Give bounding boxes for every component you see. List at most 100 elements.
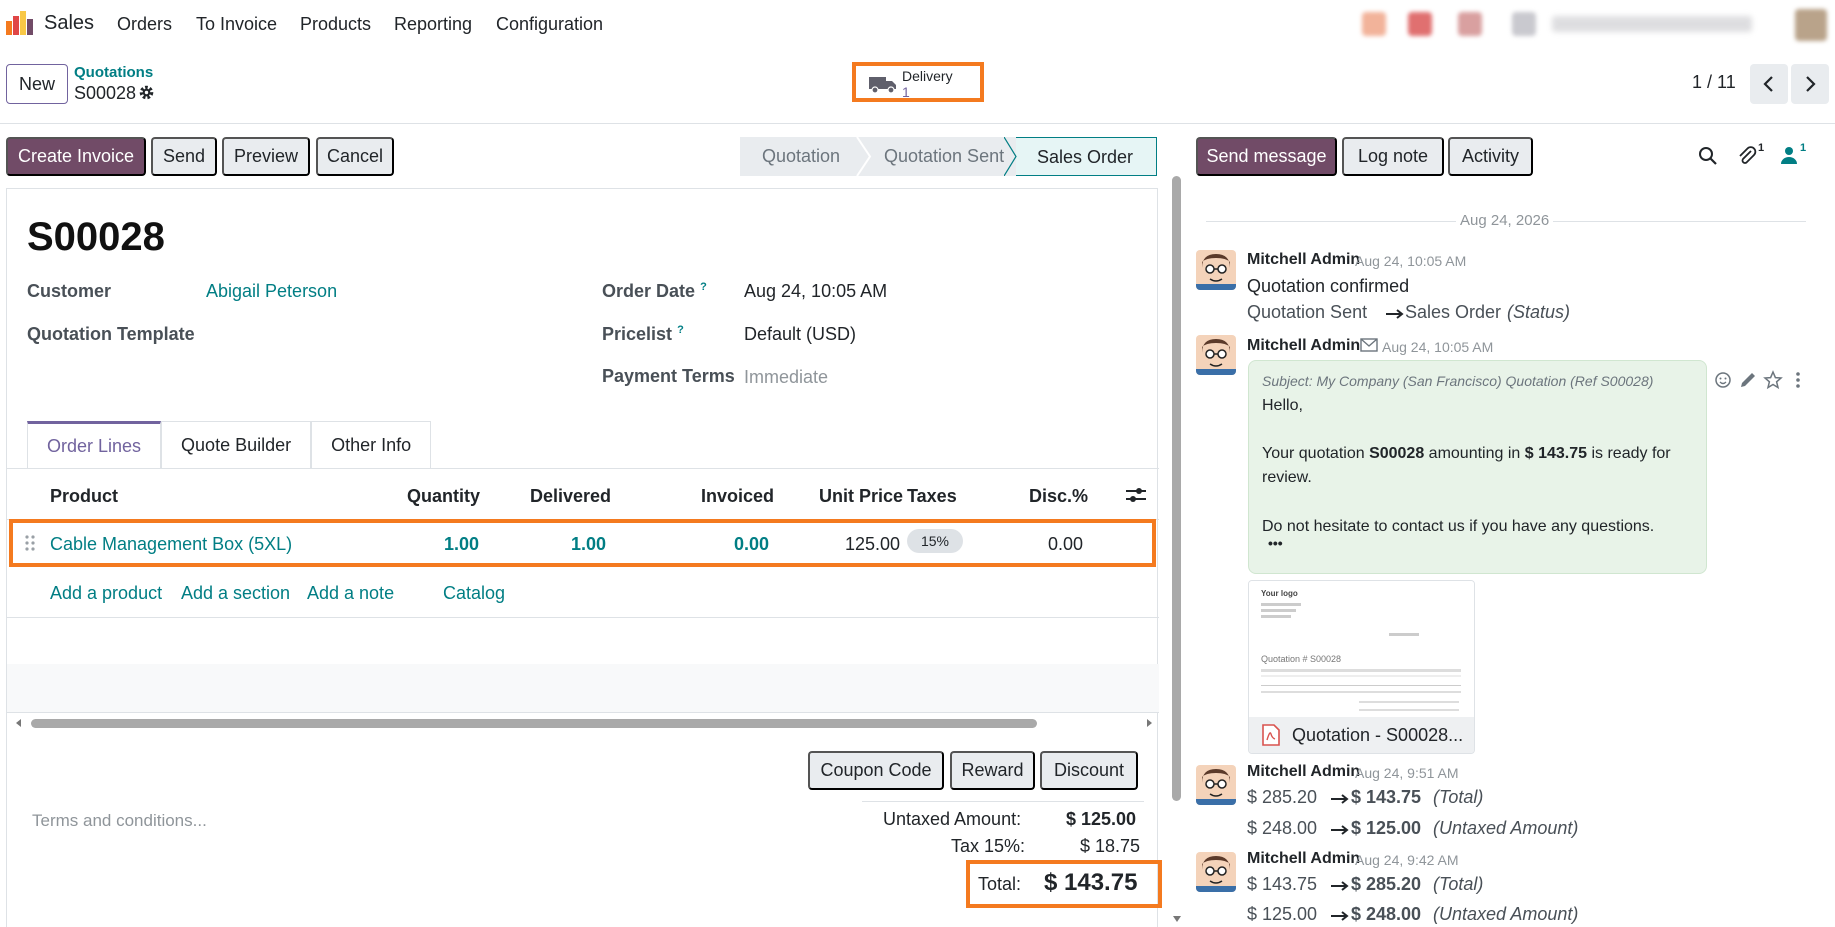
tab-order-lines[interactable]: Order Lines xyxy=(27,421,162,469)
col-invoiced[interactable]: Invoiced xyxy=(701,486,774,507)
vertical-scrollbar[interactable] xyxy=(1170,168,1182,927)
scroll-down-icon[interactable] xyxy=(1172,915,1182,923)
pencil-icon[interactable] xyxy=(1738,370,1758,390)
nav-orders[interactable]: Orders xyxy=(117,14,172,35)
pager-next-button[interactable] xyxy=(1791,64,1829,104)
payment-terms-label: Payment Terms xyxy=(602,366,735,386)
pricelist-field[interactable]: Default (USD) xyxy=(744,324,856,345)
company-switcher[interactable] xyxy=(1552,16,1752,32)
expand-email-button[interactable]: ••• xyxy=(1268,535,1283,551)
terms-conditions-field[interactable]: Terms and conditions... xyxy=(32,811,207,831)
customer-field[interactable]: Abigail Peterson xyxy=(206,281,337,302)
attachment-name[interactable]: Quotation - S00028... xyxy=(1292,725,1463,746)
avatar[interactable] xyxy=(1196,250,1236,290)
log-note-button[interactable]: Log note xyxy=(1342,137,1444,176)
col-product[interactable]: Product xyxy=(50,486,118,507)
scroll-thumb[interactable] xyxy=(31,719,1037,728)
truck-icon xyxy=(869,77,896,94)
add-product-link[interactable]: Add a product xyxy=(50,583,162,604)
order-date-field[interactable]: Aug 24, 10:05 AM xyxy=(744,281,887,302)
avatar[interactable] xyxy=(1196,765,1236,805)
chat-icon[interactable] xyxy=(1408,12,1432,36)
avatar[interactable] xyxy=(1196,335,1236,375)
sales-app-icon[interactable] xyxy=(6,11,33,35)
avatar[interactable] xyxy=(1196,852,1236,892)
horizontal-scrollbar[interactable] xyxy=(15,716,1153,728)
attachment-preview[interactable]: Your logo Quotation # S00028 Quotation -… xyxy=(1248,580,1475,754)
preview-button[interactable]: Preview xyxy=(222,137,310,176)
payment-terms-field[interactable]: Immediate xyxy=(744,367,828,388)
row-invoiced[interactable]: 0.00 xyxy=(734,534,769,555)
nav-reporting[interactable]: Reporting xyxy=(394,14,472,35)
row-delivered[interactable]: 1.00 xyxy=(571,534,606,555)
debug-icon[interactable] xyxy=(1512,12,1536,36)
drag-handle-icon[interactable] xyxy=(24,534,36,552)
tracking-field: (Untaxed Amount) xyxy=(1433,818,1579,838)
add-reaction-icon[interactable] xyxy=(1714,370,1734,390)
row-divider xyxy=(7,712,1159,713)
tracking-to: $ 248.00 xyxy=(1351,904,1422,924)
phone-icon[interactable] xyxy=(1362,12,1386,36)
tab-quote-builder[interactable]: Quote Builder xyxy=(161,421,312,469)
app-name[interactable]: Sales xyxy=(44,12,94,35)
add-note-link[interactable]: Add a note xyxy=(307,583,394,604)
attachment-footer: Quotation - S00028... xyxy=(1249,717,1474,753)
add-section-link[interactable]: Add a section xyxy=(181,583,290,604)
tab-other-info[interactable]: Other Info xyxy=(311,421,432,469)
col-disc[interactable]: Disc.% xyxy=(1029,486,1088,507)
row-tax-badge[interactable]: 15% xyxy=(907,529,963,553)
send-message-button[interactable]: Send message xyxy=(1196,137,1337,176)
nav-products[interactable]: Products xyxy=(300,14,371,35)
stage-quotation[interactable]: Quotation xyxy=(762,137,840,176)
email-line2: review. xyxy=(1262,469,1312,486)
new-button[interactable]: New xyxy=(6,64,68,104)
more-options-icon[interactable] xyxy=(1788,370,1808,390)
row-disc[interactable]: 0.00 xyxy=(1048,534,1083,555)
search-icon[interactable] xyxy=(1698,146,1718,166)
breadcrumb-quotations[interactable]: Quotations xyxy=(74,64,153,81)
activity-button[interactable]: Activity xyxy=(1448,137,1533,176)
discount-button[interactable]: Discount xyxy=(1040,751,1138,790)
send-button[interactable]: Send xyxy=(151,137,217,176)
message-author[interactable]: Mitchell Admin xyxy=(1247,251,1360,269)
row-product[interactable]: Cable Management Box (5XL) xyxy=(50,534,292,555)
gear-icon[interactable] xyxy=(138,84,155,101)
paperclip-icon[interactable] xyxy=(1737,145,1757,167)
col-delivered[interactable]: Delivered xyxy=(530,486,611,507)
message-author[interactable]: Mitchell Admin xyxy=(1247,337,1360,355)
nav-to-invoice[interactable]: To Invoice xyxy=(196,14,277,35)
scroll-left-icon[interactable] xyxy=(15,718,23,728)
col-taxes[interactable]: Taxes xyxy=(907,486,957,507)
help-icon[interactable]: ? xyxy=(677,324,684,336)
create-invoice-button[interactable]: Create Invoice xyxy=(6,137,146,176)
activity-clock-icon[interactable] xyxy=(1458,12,1482,36)
scroll-right-icon[interactable] xyxy=(1145,718,1153,728)
user-avatar[interactable] xyxy=(1795,9,1827,41)
cancel-button[interactable]: Cancel xyxy=(316,137,394,176)
row-divider xyxy=(7,617,1159,618)
tax-label: Tax 15%: xyxy=(951,836,1026,856)
reward-button[interactable]: Reward xyxy=(950,751,1035,790)
row-quantity[interactable]: 1.00 xyxy=(444,534,479,555)
stage-quotation-sent[interactable]: Quotation Sent xyxy=(884,137,1004,176)
pager-previous-button[interactable] xyxy=(1750,64,1788,104)
catalog-link[interactable]: Catalog xyxy=(443,583,505,604)
help-icon[interactable]: ? xyxy=(700,281,707,293)
delivery-smart-button[interactable]: Delivery 1 xyxy=(852,62,984,102)
follower-icon[interactable] xyxy=(1780,146,1798,164)
coupon-code-button[interactable]: Coupon Code xyxy=(808,751,944,790)
message-author[interactable]: Mitchell Admin xyxy=(1247,850,1360,868)
optional-columns-icon[interactable] xyxy=(1125,485,1147,505)
star-icon[interactable] xyxy=(1763,370,1783,390)
tracking-from: $ 285.20 xyxy=(1247,787,1318,807)
nav-configuration[interactable]: Configuration xyxy=(496,14,603,35)
message-author[interactable]: Mitchell Admin xyxy=(1247,763,1360,781)
pager-value[interactable]: 1 / 11 xyxy=(1692,72,1736,93)
row-unit-price[interactable]: 125.00 xyxy=(845,534,900,555)
stage-sales-order[interactable]: Sales Order xyxy=(1016,137,1157,176)
col-unit-price[interactable]: Unit Price xyxy=(819,486,903,507)
col-quantity[interactable]: Quantity xyxy=(407,486,480,507)
tracking-field: (Total) xyxy=(1433,787,1484,807)
scroll-thumb[interactable] xyxy=(1172,176,1181,801)
tracking-from: $ 143.75 xyxy=(1247,874,1318,894)
